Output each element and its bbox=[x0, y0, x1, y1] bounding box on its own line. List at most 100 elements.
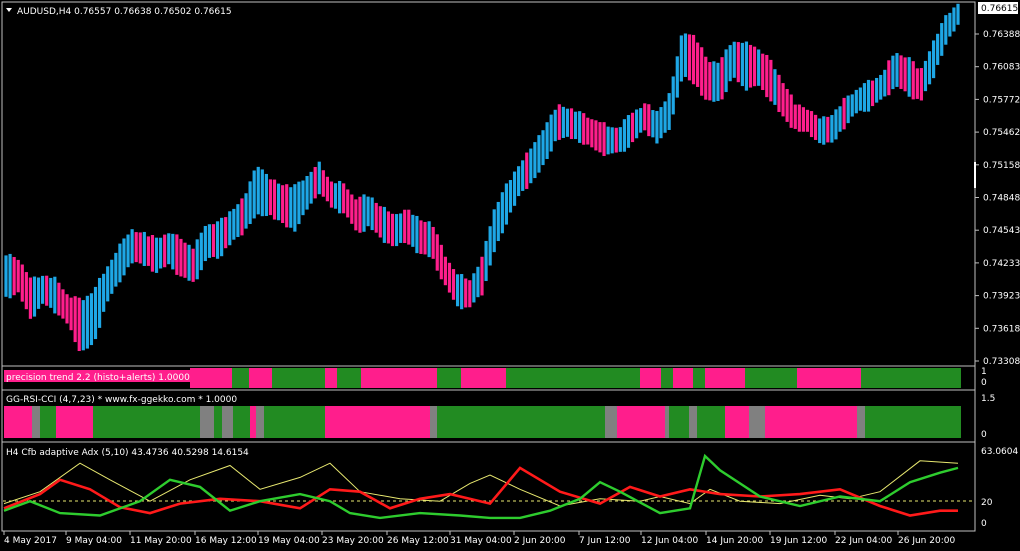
price-bar bbox=[488, 226, 492, 266]
gg-rsi-cci-histogram bbox=[4, 406, 961, 438]
price-axis: 0.76388 0.76083 0.75772 0.75462 0.75158 0.748… bbox=[975, 30, 1020, 367]
price-bar bbox=[285, 184, 289, 228]
price-bar bbox=[252, 170, 256, 219]
price-bar bbox=[366, 196, 370, 227]
price-bar bbox=[350, 194, 354, 224]
price-tick-label: 0.74848 bbox=[983, 194, 1020, 204]
indicator3-scale-bottom: 0 bbox=[981, 519, 987, 529]
price-bar bbox=[183, 242, 187, 278]
price-bar bbox=[439, 244, 443, 280]
price-bar bbox=[272, 179, 277, 220]
price-bar bbox=[639, 108, 643, 133]
rsi-cci-segment bbox=[233, 406, 250, 438]
price-bar bbox=[647, 104, 651, 137]
price-bar bbox=[65, 294, 69, 324]
price-bar bbox=[911, 61, 915, 100]
price-bar bbox=[952, 7, 956, 32]
price-bar bbox=[102, 273, 106, 312]
time-tick-label: 7 Jun 12:00 bbox=[579, 536, 631, 546]
price-bar bbox=[606, 126, 610, 155]
price-bar bbox=[297, 181, 301, 225]
price-bar bbox=[338, 180, 342, 214]
price-bar bbox=[378, 206, 382, 238]
price-bar bbox=[687, 34, 692, 81]
price-bar bbox=[561, 106, 565, 138]
price-bar bbox=[179, 238, 183, 277]
price-bar bbox=[529, 148, 533, 184]
indicator2-scale-top: 1.5 bbox=[981, 394, 995, 404]
rsi-cci-segment bbox=[857, 406, 865, 438]
price-bar bbox=[586, 117, 590, 145]
rsi-cci-segment bbox=[214, 406, 222, 438]
price-bar bbox=[870, 80, 875, 107]
current-price-label: 0.76615 bbox=[981, 4, 1018, 14]
price-bar bbox=[748, 44, 753, 88]
price-bar bbox=[346, 189, 350, 218]
price-bar bbox=[517, 166, 521, 197]
price-bar bbox=[138, 232, 142, 264]
trend-segment bbox=[797, 368, 861, 388]
price-bar bbox=[281, 185, 285, 224]
price-bar bbox=[598, 122, 602, 153]
rsi-cci-segment bbox=[865, 406, 961, 438]
price-bar bbox=[423, 221, 427, 255]
price-bar bbox=[431, 226, 435, 259]
trend-segment bbox=[745, 368, 797, 388]
rsi-cci-segment bbox=[765, 406, 857, 438]
price-bar bbox=[476, 266, 480, 298]
price-bar bbox=[20, 264, 24, 302]
price-bar bbox=[163, 234, 167, 268]
price-bar bbox=[931, 40, 936, 79]
price-bar bbox=[289, 187, 293, 228]
price-bar bbox=[578, 111, 582, 143]
price-bar bbox=[248, 181, 252, 225]
price-bar bbox=[720, 57, 724, 100]
price-bar bbox=[77, 297, 81, 352]
precision-trend-histogram bbox=[190, 368, 961, 388]
price-bar bbox=[712, 61, 716, 102]
price-bar bbox=[167, 233, 171, 265]
rsi-cci-segment bbox=[32, 406, 40, 438]
indicator2-scale-bottom: 0 bbox=[981, 430, 987, 440]
price-bar bbox=[41, 275, 45, 304]
trend-segment bbox=[437, 368, 461, 388]
price-bar bbox=[321, 170, 325, 197]
price-bar bbox=[700, 47, 704, 96]
price-bar bbox=[500, 192, 504, 234]
price-bar bbox=[818, 118, 822, 144]
price-bar bbox=[443, 256, 447, 286]
price-bar bbox=[773, 69, 777, 105]
time-tick-label: 23 May 20:00 bbox=[322, 536, 384, 546]
price-bar bbox=[455, 274, 460, 307]
price-bar bbox=[81, 300, 85, 351]
price-bar bbox=[256, 166, 260, 215]
price-bar bbox=[447, 262, 452, 293]
price-bar bbox=[211, 224, 216, 257]
price-bar bbox=[126, 234, 130, 268]
price-tick-label: 0.75158 bbox=[983, 161, 1020, 171]
time-axis: 4 May 2017 9 May 04:00 11 May 20:00 16 May … bbox=[3, 531, 955, 546]
main-pane[interactable] bbox=[1, 1, 976, 367]
price-bar bbox=[89, 293, 94, 346]
price-bar bbox=[130, 229, 134, 264]
price-bar bbox=[411, 214, 415, 247]
price-bar bbox=[944, 15, 948, 45]
rsi-cci-segment bbox=[697, 406, 725, 438]
rsi-cci-segment bbox=[665, 406, 669, 438]
price-bar bbox=[948, 12, 952, 37]
trend-segment bbox=[190, 368, 232, 388]
price-tick-label: 0.73923 bbox=[983, 292, 1020, 302]
price-bar bbox=[390, 213, 395, 247]
price-bar bbox=[936, 33, 940, 65]
price-bar bbox=[57, 282, 61, 316]
price-bar bbox=[594, 120, 598, 151]
price-bar bbox=[394, 214, 399, 247]
mt4-chart[interactable]: AUDUSD,H4 0.76557 0.76638 0.76502 0.7661… bbox=[0, 0, 1020, 551]
price-bar bbox=[541, 130, 545, 166]
price-bar bbox=[464, 278, 468, 308]
price-bar bbox=[521, 160, 525, 191]
main-title: AUDUSD,H4 0.76557 0.76638 0.76502 0.7661… bbox=[17, 7, 232, 17]
price-bar bbox=[891, 55, 895, 90]
price-bar bbox=[415, 215, 419, 254]
price-bar bbox=[69, 297, 73, 331]
